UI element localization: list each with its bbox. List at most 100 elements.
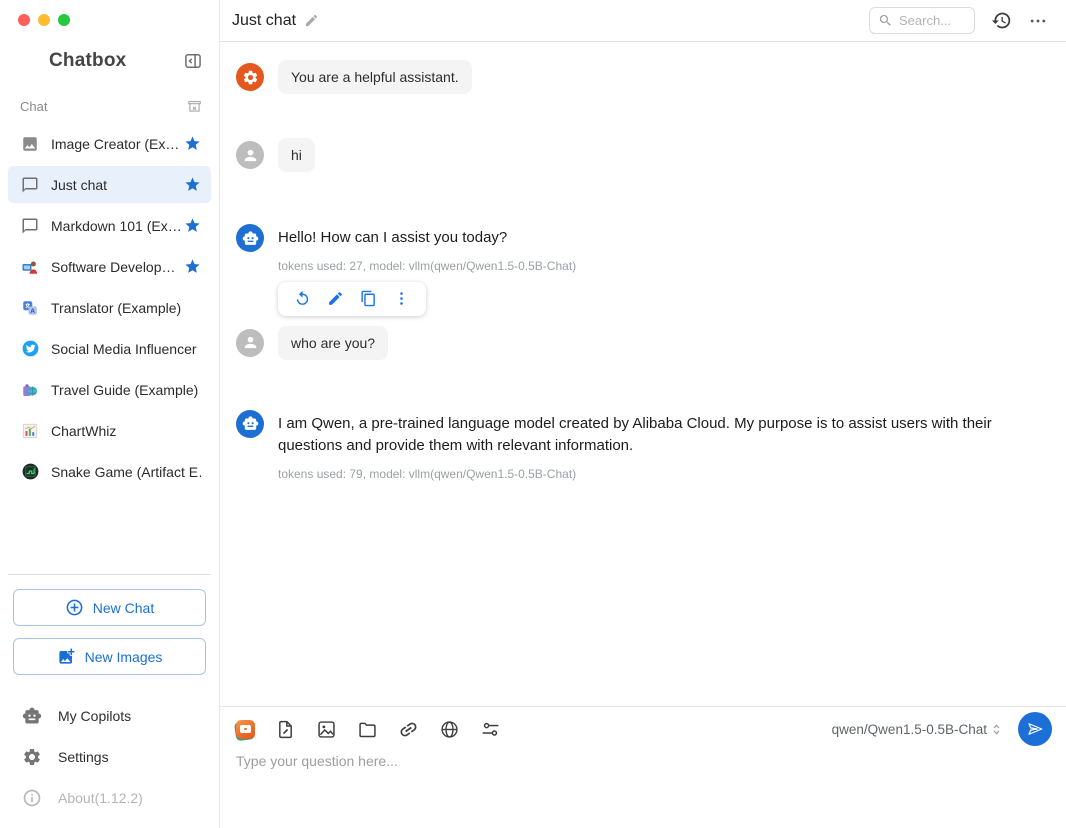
message-toolbar <box>278 282 426 316</box>
search-box[interactable] <box>869 7 975 34</box>
chat-bubble-icon <box>20 216 40 236</box>
composer-toolbar: qwen/Qwen1.5-0.5B-Chat <box>236 707 1052 751</box>
token-usage-text: tokens used: 79, model: vllm(qwen/Qwen1.… <box>278 467 1052 481</box>
send-button[interactable] <box>1018 712 1052 746</box>
chatbox-logo-icon <box>20 51 40 71</box>
user-message: who are you? <box>236 326 1052 360</box>
star-icon[interactable] <box>184 217 201 234</box>
model-selector[interactable]: qwen/Qwen1.5-0.5B-Chat <box>832 722 1004 737</box>
window-controls <box>18 14 219 26</box>
message-text: I am Qwen, a pre-trained language model … <box>278 413 1052 458</box>
settings-item[interactable]: Settings <box>0 736 219 777</box>
new-chat-button[interactable]: New Chat <box>13 589 206 626</box>
chat-item-label: Social Media Influencer … <box>51 341 201 357</box>
message-text: You are a helpful assistant. <box>278 60 472 94</box>
attach-link-icon[interactable] <box>398 719 419 740</box>
minimize-window-button[interactable] <box>38 14 50 26</box>
message-text: hi <box>278 138 315 172</box>
image-icon <box>20 134 40 154</box>
close-window-button[interactable] <box>18 14 30 26</box>
star-icon[interactable] <box>184 135 201 152</box>
chat-item-label: Markdown 101 (Ex… <box>51 218 184 234</box>
brand: Chatbox <box>20 50 203 72</box>
section-label: Chat <box>20 99 186 114</box>
message-more-icon[interactable] <box>385 289 418 309</box>
translate-icon: A <box>20 298 40 318</box>
chatbox-window: Chatbox Chat Image Creator (Ex… <box>0 0 1066 828</box>
sidebar-item-chartwhiz[interactable]: ChartWhiz <box>8 412 211 449</box>
info-icon <box>22 788 42 808</box>
web-browsing-icon[interactable] <box>439 719 460 740</box>
attach-image-icon[interactable] <box>316 719 337 740</box>
sidebar-item-snake-game[interactable]: Snake Game (Artifact E… <box>8 453 211 490</box>
chat-item-label: Travel Guide (Example) <box>51 382 201 398</box>
sidebar-item-image-creator[interactable]: Image Creator (Ex… <box>8 125 211 162</box>
sidebar: Chatbox Chat Image Creator (Ex… <box>0 0 220 828</box>
history-icon[interactable] <box>991 10 1012 31</box>
twitter-icon <box>20 339 40 359</box>
chat-item-label: Image Creator (Ex… <box>51 136 184 152</box>
chat-item-label: Snake Game (Artifact E… <box>51 464 201 480</box>
copy-message-icon[interactable] <box>352 289 385 309</box>
more-options-icon[interactable] <box>1028 11 1048 31</box>
attach-note-icon[interactable] <box>275 719 296 740</box>
unfold-chevrons-icon <box>989 722 1004 737</box>
model-name: qwen/Qwen1.5-0.5B-Chat <box>832 722 987 737</box>
assistant-message: Hello! How can I assist you today? token… <box>236 224 1052 316</box>
chat-section-header: Chat <box>20 98 203 115</box>
add-image-icon <box>57 647 76 666</box>
sidebar-item-just-chat[interactable]: Just chat <box>8 166 211 203</box>
edit-message-icon[interactable] <box>319 289 352 309</box>
token-usage-text: tokens used: 27, model: vllm(qwen/Qwen1.… <box>278 259 1052 273</box>
settings-sliders-icon[interactable] <box>480 719 501 740</box>
about-item[interactable]: About(1.12.2) <box>0 777 219 818</box>
attach-file-icon[interactable] <box>357 719 378 740</box>
assistant-avatar-robot-icon <box>236 410 264 438</box>
collapse-sidebar-icon[interactable] <box>183 51 203 71</box>
message-list: You are a helpful assistant. hi Hello! H… <box>220 42 1066 706</box>
chat-header: Just chat <box>220 0 1066 42</box>
sidebar-divider <box>8 574 211 575</box>
chat-bubble-icon <box>20 175 40 195</box>
main-panel: Just chat <box>220 0 1066 828</box>
assistant-message: I am Qwen, a pre-trained language model … <box>236 410 1052 481</box>
new-images-button[interactable]: New Images <box>13 638 206 675</box>
new-images-label: New Images <box>85 649 163 665</box>
sidebar-item-software-developer[interactable]: Software Develop… <box>8 248 211 285</box>
send-plane-icon <box>1026 720 1044 738</box>
search-input[interactable] <box>899 13 963 28</box>
edit-title-icon[interactable] <box>304 13 319 28</box>
sidebar-item-travel-guide[interactable]: Travel Guide (Example) <box>8 371 211 408</box>
chat-item-label: Just chat <box>51 177 184 193</box>
my-copilots-item[interactable]: My Copilots <box>0 695 219 736</box>
search-icon <box>878 13 893 28</box>
message-input[interactable] <box>236 751 1052 823</box>
zoom-window-button[interactable] <box>58 14 70 26</box>
star-icon[interactable] <box>184 258 201 275</box>
gear-icon <box>22 747 42 767</box>
chat-item-label: Translator (Example) <box>51 300 201 316</box>
assistant-avatar-robot-icon <box>236 224 264 252</box>
about-label: About(1.12.2) <box>58 790 143 806</box>
new-chat-label: New Chat <box>93 600 154 616</box>
snake-game-icon <box>20 462 40 482</box>
travel-emoji-icon <box>20 380 40 400</box>
archive-icon[interactable] <box>186 98 203 115</box>
sidebar-item-social-media-influencer[interactable]: Social Media Influencer … <box>8 330 211 367</box>
chat-item-label: ChartWhiz <box>51 423 201 439</box>
user-avatar-icon <box>236 141 264 169</box>
sidebar-item-markdown-101[interactable]: Markdown 101 (Ex… <box>8 207 211 244</box>
robot-icon <box>22 706 42 726</box>
sidebar-item-translator[interactable]: A Translator (Example) <box>8 289 211 326</box>
chatbox-mini-logo-icon[interactable] <box>236 720 255 739</box>
user-avatar-icon <box>236 329 264 357</box>
app-title: Chatbox <box>49 50 183 72</box>
user-message: hi <box>236 138 1052 172</box>
star-icon[interactable] <box>184 176 201 193</box>
chart-emoji-icon <box>20 421 40 441</box>
regenerate-icon[interactable] <box>286 289 319 309</box>
developer-emoji-icon <box>20 257 40 277</box>
composer: qwen/Qwen1.5-0.5B-Chat <box>220 706 1066 828</box>
my-copilots-label: My Copilots <box>58 708 131 724</box>
chat-item-label: Software Develop… <box>51 259 184 275</box>
